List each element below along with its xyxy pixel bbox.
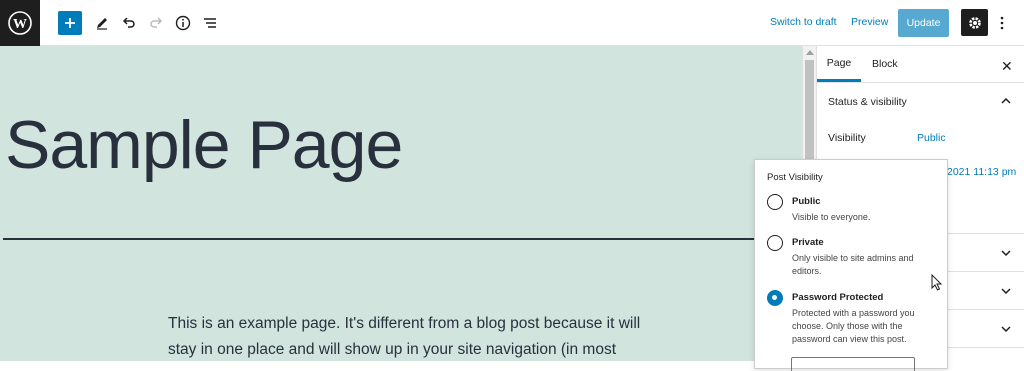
radio-public[interactable]	[767, 194, 783, 210]
add-block-button[interactable]	[58, 11, 82, 35]
list-view-button[interactable]	[196, 9, 224, 37]
chevron-down-icon[interactable]	[1001, 286, 1011, 296]
switch-to-draft-button[interactable]: Switch to draft	[770, 16, 837, 28]
option-desc-public: Visible to everyone.	[792, 212, 871, 222]
scroll-up-arrow[interactable]	[806, 50, 814, 55]
radio-password-protected[interactable]	[767, 290, 783, 306]
info-icon	[175, 15, 191, 31]
option-label-password-protected[interactable]: Password Protected	[792, 292, 883, 303]
pencil-icon	[97, 18, 107, 30]
svg-text:W: W	[13, 17, 27, 32]
wordpress-logo-icon[interactable]: W	[0, 0, 40, 46]
close-icon[interactable]: ✕	[1001, 58, 1013, 75]
redo-button[interactable]	[142, 9, 170, 37]
scroll-thumb[interactable]	[805, 60, 814, 170]
redo-icon	[150, 17, 163, 28]
editor-canvas[interactable]: Sample Page This is an example page. It'…	[0, 46, 802, 361]
popover-title: Post Visibility	[767, 172, 823, 183]
list-view-icon	[204, 18, 216, 28]
plus-icon	[65, 18, 75, 28]
tools-button[interactable]	[88, 9, 116, 37]
option-label-private[interactable]: Private	[792, 237, 824, 248]
chevron-down-icon[interactable]	[1001, 324, 1011, 334]
visibility-label: Visibility	[828, 132, 866, 144]
divider	[817, 82, 1024, 83]
visibility-toggle[interactable]: Public	[917, 132, 946, 144]
more-options-button[interactable]	[994, 9, 1010, 37]
mouse-cursor-icon	[931, 274, 943, 291]
status-visibility-panel-title[interactable]: Status & visibility	[828, 96, 907, 108]
option-desc-private: Only visible to site admins and editors.	[792, 253, 914, 276]
editor-toolbar: W Switch to draft Preview Update	[0, 0, 1024, 46]
undo-button[interactable]	[115, 9, 143, 37]
update-button[interactable]: Update	[898, 9, 949, 37]
gear-icon	[968, 16, 981, 29]
undo-icon	[122, 17, 135, 28]
chevron-up-icon[interactable]	[1001, 96, 1011, 106]
tab-page[interactable]: Page	[817, 46, 861, 82]
tab-block[interactable]: Block	[872, 46, 898, 82]
option-label-public[interactable]: Public	[792, 196, 821, 207]
password-field[interactable]	[791, 357, 915, 371]
preview-button[interactable]: Preview	[851, 16, 888, 28]
more-vertical-icon	[1000, 16, 1004, 30]
post-visibility-popover: Post Visibility Public Visible to everyo…	[754, 159, 948, 371]
publish-date-toggle[interactable]: 2021 11:13 pm	[947, 166, 1016, 178]
separator-block[interactable]	[3, 238, 802, 240]
paragraph-block[interactable]: This is an example page. It's different …	[168, 311, 648, 361]
details-button[interactable]	[169, 9, 197, 37]
option-desc-password-protected: Protected with a password you choose. On…	[792, 308, 915, 344]
radio-private[interactable]	[767, 235, 783, 251]
settings-button[interactable]	[961, 9, 988, 36]
page-title[interactable]: Sample Page	[5, 106, 403, 184]
chevron-down-icon[interactable]	[1001, 248, 1011, 258]
